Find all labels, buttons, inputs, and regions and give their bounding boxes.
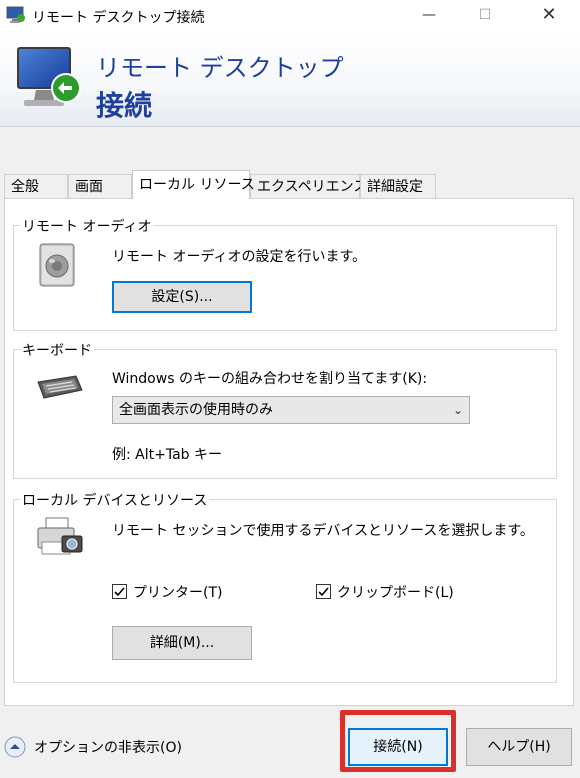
maximize-button[interactable]: ☐: [462, 0, 508, 32]
hide-options-link[interactable]: オプションの非表示(O): [34, 737, 182, 757]
remote-audio-description: リモート オーディオの設定を行います。: [112, 249, 367, 265]
chevron-up-circle-icon[interactable]: [4, 736, 26, 758]
tab-advanced[interactable]: 詳細設定: [360, 174, 436, 198]
local-devices-description: リモート セッションで使用するデバイスとリソースを選択します。: [112, 523, 534, 539]
keyboard-icon: [37, 375, 83, 399]
local-devices-group: ローカル デバイスとリソース リモート セッションで使用するデバイスとリソースを…: [13, 490, 557, 683]
remote-desktop-icon: [17, 47, 81, 106]
tab-display[interactable]: 画面: [68, 174, 132, 198]
local-devices-group-label: ローカル デバイスとリソース: [20, 490, 210, 510]
keyboard-mode-select[interactable]: 全画面表示の使用時のみ ⌄: [112, 396, 470, 424]
tab-experience[interactable]: エクスペリエンス: [250, 174, 367, 198]
remote-audio-group-label: リモート オーディオ: [20, 216, 154, 236]
clipboard-label[interactable]: クリップボード(L): [337, 582, 454, 602]
speaker-icon: [39, 243, 75, 287]
printer-label[interactable]: プリンター(T): [133, 582, 222, 602]
header-title-line2: 接続: [96, 89, 153, 122]
tab-panel: リモート オーディオ リモート オーディオの設定を行います。 設定(S)... …: [4, 198, 574, 706]
app-icon: [6, 6, 25, 23]
printer-camera-icon: [37, 517, 83, 555]
audio-settings-button[interactable]: 設定(S)...: [112, 281, 252, 313]
close-button[interactable]: ✕: [526, 0, 572, 32]
connect-button-highlight: [340, 710, 456, 772]
checkmark-icon: [318, 587, 329, 597]
keyboard-example: 例: Alt+Tab キー: [112, 447, 223, 463]
remote-audio-group: リモート オーディオ リモート オーディオの設定を行います。 設定(S)...: [13, 216, 557, 331]
tab-general[interactable]: 全般: [4, 174, 68, 198]
title-bar: リモート デスクトップ接続 — ☐ ✕: [0, 0, 580, 32]
keyboard-description: Windows のキーの組み合わせを割り当てます(K):: [112, 371, 428, 387]
clipboard-checkbox[interactable]: [316, 584, 331, 599]
tab-local-resources[interactable]: ローカル リソース: [132, 170, 255, 199]
header-title-line1: リモート デスクトップ: [96, 54, 344, 82]
minimize-button[interactable]: —: [406, 0, 452, 32]
bottom-bar: オプションの非表示(O) 接続(N) ヘルプ(H): [0, 708, 580, 778]
header-banner: リモート デスクトップ 接続: [0, 32, 580, 127]
keyboard-mode-value: 全画面表示の使用時のみ: [119, 402, 273, 418]
keyboard-group-label: キーボード: [20, 340, 94, 360]
help-button[interactable]: ヘルプ(H): [466, 728, 572, 766]
chevron-down-icon: ⌄: [452, 403, 463, 417]
details-button[interactable]: 詳細(M)...: [112, 626, 252, 660]
keyboard-group: キーボード Windows のキーの組み合わせを割り当てます(K): 全画面表示…: [13, 340, 557, 479]
checkmark-icon: [114, 587, 125, 597]
window-title: リモート デスクトップ接続: [32, 10, 205, 26]
printer-checkbox[interactable]: [112, 584, 127, 599]
